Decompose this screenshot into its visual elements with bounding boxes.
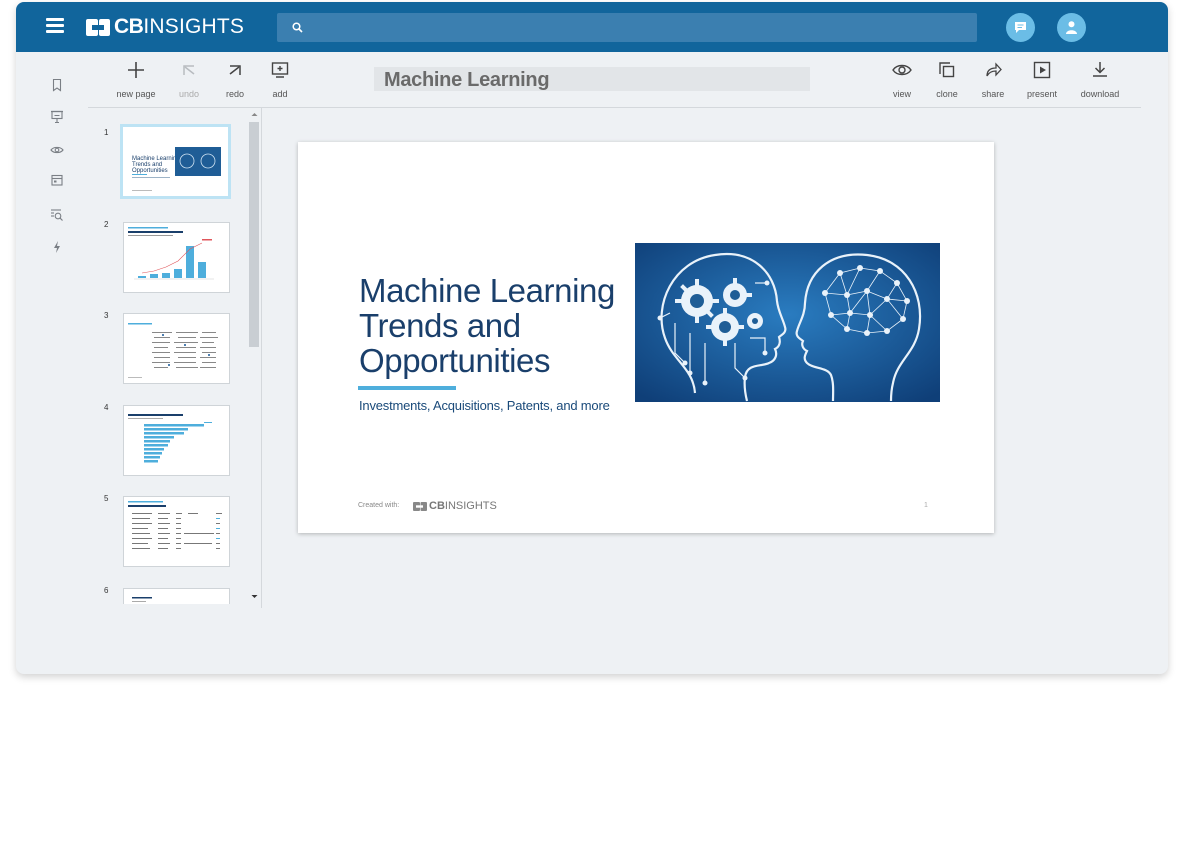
panel-divider bbox=[261, 108, 262, 608]
slide-thumbnail-2[interactable] bbox=[123, 222, 230, 293]
thumbnail-scrollbar[interactable] bbox=[248, 112, 262, 604]
slide-subtitle[interactable]: Investments, Acquisitions, Patents, and … bbox=[359, 398, 610, 413]
thumbnail-5-preview bbox=[128, 501, 222, 549]
svg-text:Opportunities: Opportunities bbox=[132, 168, 168, 174]
cbinsights-logo[interactable]: CB INSIGHTS bbox=[86, 15, 245, 38]
footer-logo-cb: CB bbox=[429, 500, 445, 512]
footer-logo-insights: INSIGHTS bbox=[444, 500, 497, 512]
thumbnail-number: 6 bbox=[104, 586, 109, 595]
presentation-icon[interactable] bbox=[50, 110, 64, 124]
slide-page-number: 1 bbox=[924, 502, 928, 509]
download-icon bbox=[1093, 62, 1107, 77]
thumbnail-number: 1 bbox=[104, 128, 109, 137]
thumbnail-number: 5 bbox=[104, 494, 109, 503]
bookmark-icon[interactable] bbox=[50, 78, 64, 92]
add-slide-icon bbox=[271, 62, 289, 78]
messages-button[interactable] bbox=[1006, 13, 1035, 42]
slide-canvas[interactable]: Machine Learning Trends and Opportunitie… bbox=[298, 142, 994, 533]
add-button[interactable]: add bbox=[250, 58, 310, 99]
chat-icon bbox=[1015, 22, 1026, 33]
app-window: CB INSIGHTS new page undo redo add Machi… bbox=[16, 2, 1168, 674]
scroll-down-icon[interactable] bbox=[251, 594, 258, 599]
editor-toolbar: new page undo redo add Machine Learning … bbox=[88, 52, 1141, 108]
search-icon bbox=[292, 22, 303, 33]
footer-logo-mark bbox=[413, 501, 427, 511]
redo-icon bbox=[229, 65, 241, 75]
undo-icon bbox=[183, 65, 195, 75]
slide-title-line: Opportunities bbox=[359, 342, 551, 379]
search-input[interactable] bbox=[313, 17, 957, 39]
thumbnail-number: 2 bbox=[104, 220, 109, 229]
slide-thumbnail-5[interactable] bbox=[123, 496, 230, 567]
title-underline bbox=[358, 386, 456, 390]
user-icon bbox=[1066, 21, 1077, 34]
thumbnail-3-preview bbox=[128, 323, 218, 378]
top-bar: CB INSIGHTS bbox=[16, 2, 1168, 52]
slide-title-line: Machine Learning bbox=[359, 272, 615, 309]
plus-icon bbox=[128, 62, 144, 78]
new-page-label: new page bbox=[116, 89, 156, 99]
calendar-icon[interactable] bbox=[50, 173, 64, 187]
slide-thumbnails-panel: 1 Machine Learning Trends and Opportunit… bbox=[104, 122, 264, 604]
thumbnail-2-preview bbox=[128, 227, 214, 280]
add-label: add bbox=[272, 89, 288, 99]
download-button[interactable]: download bbox=[1070, 58, 1130, 99]
search-list-icon[interactable] bbox=[50, 208, 64, 222]
play-icon bbox=[1033, 61, 1051, 79]
menu-icon[interactable] bbox=[46, 18, 64, 34]
slide-title-line: Trends and bbox=[359, 307, 521, 344]
thumbnail-6-preview bbox=[132, 597, 152, 602]
new-page-button[interactable]: new page bbox=[106, 58, 166, 99]
slide-title[interactable]: Machine Learning Trends and Opportunitie… bbox=[359, 273, 639, 378]
eye-icon bbox=[892, 64, 912, 76]
share-icon bbox=[986, 62, 1002, 77]
thumbnail-number: 3 bbox=[104, 311, 109, 320]
thumbnail-1-preview: Machine Learning Trends and Opportunitie… bbox=[123, 127, 228, 196]
logo-text-cb: CB bbox=[114, 15, 144, 38]
created-with-label: Created with: bbox=[358, 502, 400, 509]
slide-thumbnail-6[interactable] bbox=[123, 588, 230, 604]
scroll-up-icon[interactable] bbox=[251, 112, 258, 117]
thumbnail-4-preview bbox=[128, 414, 212, 463]
present-button[interactable]: present bbox=[1012, 58, 1072, 99]
search-bar[interactable] bbox=[277, 13, 977, 42]
document-title-field[interactable] bbox=[374, 67, 810, 92]
slide-thumbnail-4[interactable] bbox=[123, 405, 230, 476]
document-title-input[interactable] bbox=[382, 68, 806, 92]
logo-text-insights: INSIGHTS bbox=[143, 15, 245, 38]
slide-thumbnail-1[interactable]: Machine Learning Trends and Opportunitie… bbox=[120, 124, 231, 199]
thumbnail-number: 4 bbox=[104, 403, 109, 412]
footer-cbinsights-logo: CB INSIGHTS bbox=[413, 500, 497, 512]
download-label: download bbox=[1080, 89, 1120, 99]
slide-thumbnail-3[interactable] bbox=[123, 313, 230, 384]
machine-learning-heads-image[interactable] bbox=[635, 243, 940, 402]
cbinsights-logo-mark bbox=[86, 18, 110, 36]
present-label: present bbox=[1026, 89, 1058, 99]
scrollbar-thumb[interactable] bbox=[249, 122, 259, 347]
clone-icon bbox=[939, 62, 955, 78]
user-account-button[interactable] bbox=[1057, 13, 1086, 42]
eye-icon[interactable] bbox=[50, 143, 64, 157]
lightning-icon[interactable] bbox=[50, 240, 64, 254]
